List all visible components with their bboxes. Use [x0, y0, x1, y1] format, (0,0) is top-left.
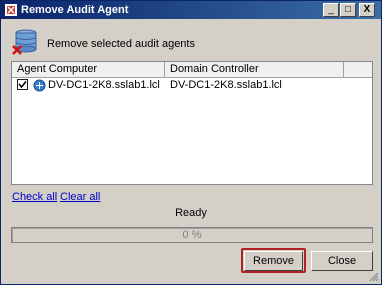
header-text: Remove selected audit agents: [47, 38, 195, 50]
progress-label: 0 %: [182, 229, 202, 241]
status-text: Ready: [175, 207, 207, 219]
window-title: Remove Audit Agent: [21, 4, 129, 16]
maximize-button[interactable]: □: [340, 3, 356, 17]
resize-grip-icon[interactable]: [369, 272, 379, 282]
database-remove-icon: [11, 28, 39, 56]
column-header-domain-controller[interactable]: Domain Controller: [165, 62, 344, 77]
column-header-agent-computer[interactable]: Agent Computer: [12, 62, 165, 77]
clear-all-link[interactable]: Clear all: [60, 191, 100, 203]
agent-checkbox[interactable]: [17, 79, 28, 90]
table-row[interactable]: DV-DC1-2K8.sslab1.lcl DV-DC1-2K8.sslab1.…: [12, 78, 372, 94]
agent-computer-cell: DV-DC1-2K8.sslab1.lcl: [48, 79, 160, 91]
app-icon: [4, 3, 18, 17]
computer-agent-icon: [33, 79, 46, 92]
header-area: Remove selected audit agents: [1, 20, 381, 62]
close-window-button[interactable]: X: [359, 3, 375, 17]
domain-controller-cell: DV-DC1-2K8.sslab1.lcl: [170, 79, 282, 91]
progress-bar: 0 %: [11, 227, 373, 243]
check-all-link[interactable]: Check all: [12, 191, 57, 203]
close-button[interactable]: Close: [311, 251, 373, 271]
title-bar: Remove Audit Agent _ □ X: [1, 1, 381, 19]
list-header: Agent Computer Domain Controller: [12, 62, 372, 78]
remove-audit-agent-window: Remove Audit Agent _ □ X Remove selected…: [0, 0, 382, 285]
remove-button[interactable]: Remove: [244, 251, 303, 271]
agent-list[interactable]: Agent Computer Domain Controller DV-DC1-…: [11, 61, 373, 185]
minimize-button[interactable]: _: [323, 3, 339, 17]
